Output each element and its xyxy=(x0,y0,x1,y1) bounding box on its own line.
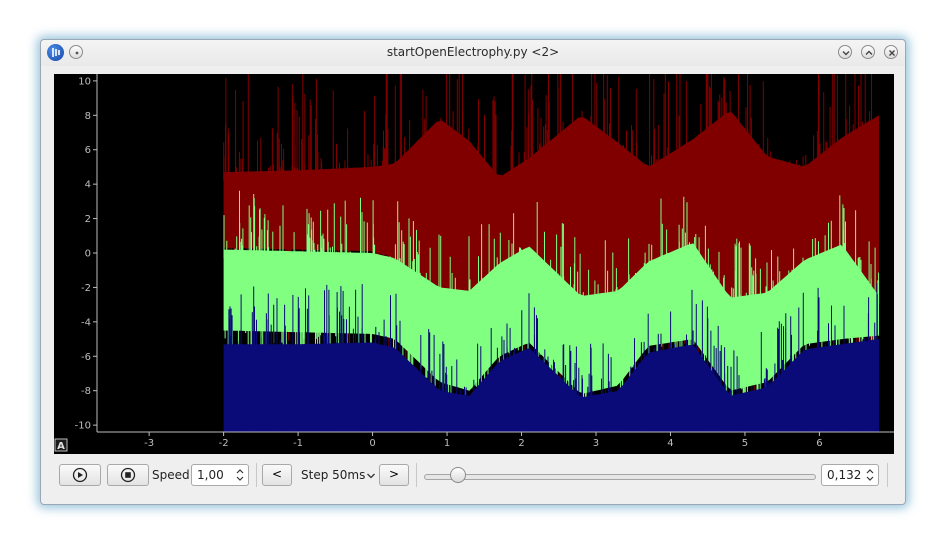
stop-button[interactable] xyxy=(107,464,149,486)
time-value: 0,132 xyxy=(827,468,862,482)
main-window: startOpenElectrophy.py <2> 10 8 6 4 2 0 -2 -4 -6… xyxy=(40,39,906,505)
y-tick-label: -8 xyxy=(81,386,91,397)
play-icon xyxy=(72,467,88,483)
toolbar-separator xyxy=(256,463,257,487)
minimize-icon[interactable] xyxy=(838,45,852,59)
chevron-down-icon[interactable] xyxy=(366,471,376,481)
y-tick-label: 10 xyxy=(78,76,91,87)
x-tick-label: 1 xyxy=(444,438,450,449)
step-select[interactable]: Step 50ms xyxy=(301,468,365,482)
traces xyxy=(223,74,880,432)
y-tick-label: 0 xyxy=(85,249,91,260)
x-tick-label: 3 xyxy=(593,438,599,449)
time-slider-handle[interactable] xyxy=(450,467,466,483)
x-tick-label: -1 xyxy=(293,438,303,449)
signal-chart[interactable]: 1086420-2-4-6-8-10-3 -2 -1 0 1 2 3 4 5 6 A xyxy=(54,74,894,454)
spin-arrows-icon[interactable] xyxy=(235,467,245,483)
next-step-button[interactable]: > xyxy=(379,464,409,486)
x-tick-label: 5 xyxy=(742,438,748,449)
y-tick-label: -6 xyxy=(81,352,91,363)
y-tick-label: 4 xyxy=(85,180,91,191)
x-tick-label: 0 xyxy=(369,438,375,449)
close-icon[interactable] xyxy=(884,45,898,59)
speed-spinbox[interactable]: 1,00 xyxy=(191,464,249,486)
play-button[interactable] xyxy=(59,464,101,486)
autorange-label: A xyxy=(57,441,65,452)
time-spinbox[interactable]: 0,132 xyxy=(821,464,879,486)
y-tick-label: -10 xyxy=(75,421,91,432)
y-tick-label: 8 xyxy=(85,111,91,122)
stop-icon xyxy=(120,467,136,483)
maximize-icon[interactable] xyxy=(861,45,875,59)
signal-plot[interactable]: 10 8 6 4 2 0 -2 -4 -6 -8 -10 -3 -2 -1 0 1 2 3 4 5 6 A xyxy=(54,74,894,454)
x-tick-label: -2 xyxy=(219,438,229,449)
spin-arrows-icon[interactable] xyxy=(865,467,875,483)
y-tick-label: -4 xyxy=(81,317,91,328)
prev-step-button[interactable]: < xyxy=(262,464,292,486)
time-slider-track[interactable] xyxy=(424,474,816,480)
x-tick-label: 6 xyxy=(816,438,822,449)
x-tick-label: -3 xyxy=(144,438,154,449)
x-tick-label: 4 xyxy=(667,438,673,449)
window-title: startOpenElectrophy.py <2> xyxy=(386,45,560,59)
y-tick-label: 6 xyxy=(85,145,91,156)
y-tick-label: 2 xyxy=(85,214,91,225)
speed-label: Speed: xyxy=(152,468,194,482)
toolbar-separator xyxy=(416,463,417,487)
y-tick-label: -2 xyxy=(81,283,91,294)
title-bar[interactable]: startOpenElectrophy.py <2> xyxy=(41,40,905,66)
toolbar-separator xyxy=(887,463,888,487)
x-tick-label: 2 xyxy=(518,438,524,449)
playback-toolbar: Speed: 1,00 < Step 50ms > 0,132 xyxy=(41,460,905,492)
speed-value: 1,00 xyxy=(197,468,224,482)
